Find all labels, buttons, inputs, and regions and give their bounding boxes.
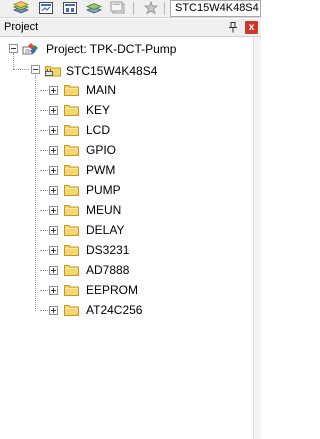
folder-icon — [64, 105, 79, 116]
group-label-delay[interactable]: DELAY — [86, 223, 124, 237]
pin-icon[interactable] — [228, 22, 238, 33]
toolbar-separator — [133, 2, 134, 15]
tree-connector — [40, 190, 48, 191]
stack-icon[interactable] — [13, 1, 29, 15]
group-label-main[interactable]: MAIN — [86, 83, 116, 97]
translate-icon[interactable] — [38, 1, 54, 15]
tree-connector — [35, 75, 36, 311]
close-panel-button[interactable]: x — [245, 21, 258, 34]
target-folder-icon — [45, 66, 61, 77]
target-collapse-toggle[interactable] — [31, 65, 40, 74]
target-label[interactable]: STC15W4K48S4 — [66, 64, 157, 78]
panel-title: Project — [4, 21, 39, 33]
group-label-key[interactable]: KEY — [86, 103, 110, 117]
group-expand-toggle[interactable] — [49, 186, 58, 195]
folder-icon — [64, 225, 79, 236]
project-collapse-toggle[interactable] — [9, 44, 18, 53]
folder-icon — [64, 125, 79, 136]
folder-icon — [64, 85, 79, 96]
group-expand-toggle[interactable] — [49, 246, 58, 255]
toolbar: STC15W4K48S4 — [0, 0, 261, 18]
tree-connector — [40, 110, 48, 111]
project-label[interactable]: Project: TPK-DCT-Pump — [46, 42, 176, 56]
batch-build-icon[interactable] — [110, 1, 126, 15]
build-icon[interactable] — [62, 1, 78, 15]
group-label-lcd[interactable]: LCD — [86, 123, 110, 137]
device-selector[interactable]: STC15W4K48S4 — [170, 0, 261, 17]
project-icon — [22, 43, 38, 55]
group-label-meun[interactable]: MEUN — [86, 203, 121, 217]
tree-connector — [40, 130, 48, 131]
tree-connector — [40, 90, 48, 91]
tree-connector — [40, 150, 48, 151]
tree-connector — [13, 69, 29, 70]
tree-connector — [40, 230, 48, 231]
tree-connector — [40, 170, 48, 171]
group-expand-toggle[interactable] — [49, 226, 58, 235]
group-label-at24c256[interactable]: AT24C256 — [86, 303, 142, 317]
folder-icon — [64, 165, 79, 176]
group-expand-toggle[interactable] — [49, 206, 58, 215]
group-label-eeprom[interactable]: EEPROM — [86, 283, 138, 297]
tree-connector — [40, 310, 48, 311]
tree-connector — [40, 270, 48, 271]
tree-connector — [40, 210, 48, 211]
folder-icon — [64, 245, 79, 256]
tree-connector — [13, 53, 14, 69]
folder-icon — [64, 305, 79, 316]
tree-connector — [40, 290, 48, 291]
project-tree: Project: TPK-DCT-Pump STC15W4K48S4 MAIN … — [0, 37, 253, 439]
group-label-pump[interactable]: PUMP — [86, 183, 121, 197]
group-label-ds3231[interactable]: DS3231 — [86, 243, 129, 257]
group-label-ad7888[interactable]: AD7888 — [86, 263, 129, 277]
project-panel-header: Project x — [0, 19, 261, 37]
group-expand-toggle[interactable] — [49, 166, 58, 175]
group-label-gpio[interactable]: GPIO — [86, 143, 116, 157]
group-expand-toggle[interactable] — [49, 106, 58, 115]
vertical-scrollbar[interactable] — [253, 37, 261, 439]
folder-icon — [64, 185, 79, 196]
rebuild-icon[interactable] — [86, 1, 102, 15]
folder-icon — [64, 205, 79, 216]
group-expand-toggle[interactable] — [49, 266, 58, 275]
toolbar-separator — [164, 2, 165, 15]
group-expand-toggle[interactable] — [49, 86, 58, 95]
group-expand-toggle[interactable] — [49, 126, 58, 135]
folder-icon — [64, 145, 79, 156]
stop-build-icon[interactable] — [143, 1, 159, 15]
group-expand-toggle[interactable] — [49, 306, 58, 315]
folder-icon — [64, 285, 79, 296]
group-expand-toggle[interactable] — [49, 286, 58, 295]
group-label-pwm[interactable]: PWM — [86, 163, 115, 177]
group-expand-toggle[interactable] — [49, 146, 58, 155]
tree-connector — [40, 250, 48, 251]
folder-icon — [64, 265, 79, 276]
